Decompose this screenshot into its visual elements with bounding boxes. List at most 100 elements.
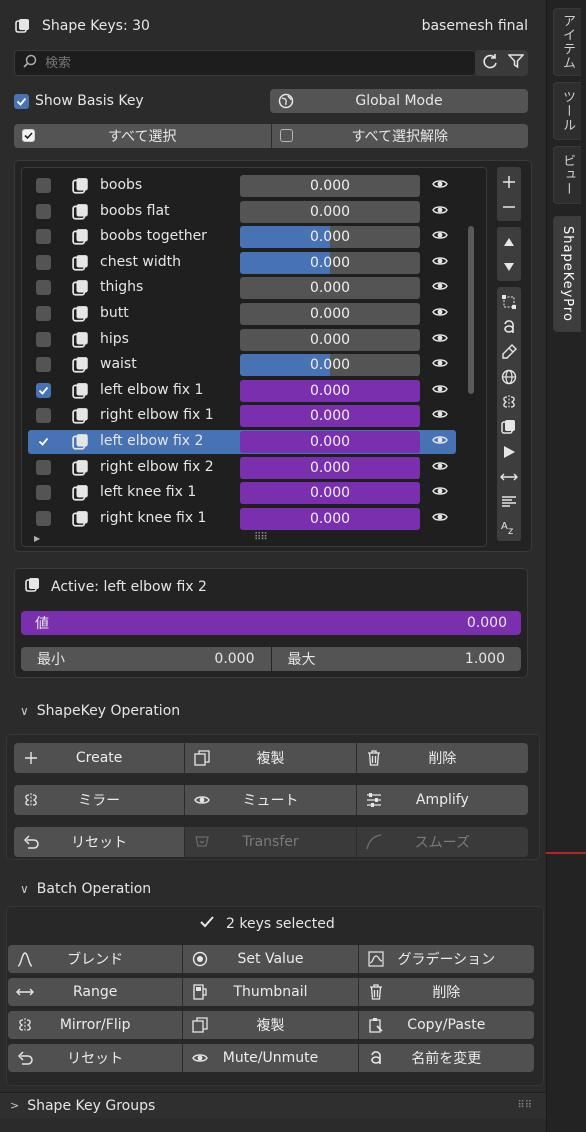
shape-key-checkbox[interactable]: [36, 459, 51, 475]
tab-tool[interactable]: ツール: [553, 82, 581, 140]
select-all-button[interactable]: すべて選択: [14, 124, 272, 148]
rename-button[interactable]: 名前を変更: [358, 1044, 534, 1072]
shape-key-checkbox[interactable]: [36, 254, 51, 270]
search-field[interactable]: [14, 50, 476, 76]
shape-key-name[interactable]: butt: [100, 305, 129, 321]
shape-key-row[interactable]: right elbow fix 2 0.000: [28, 456, 456, 480]
eye-icon[interactable]: [432, 332, 448, 348]
resize-grip-icon[interactable]: ⠿⠿: [254, 532, 268, 543]
shape-key-name[interactable]: left elbow fix 1: [100, 382, 203, 398]
add-key-button[interactable]: [497, 169, 521, 194]
shape-key-value-slider[interactable]: 0.000: [240, 200, 420, 223]
shape-key-icon[interactable]: [497, 414, 521, 439]
shape-key-value-slider[interactable]: 0.000: [240, 379, 420, 402]
shape-key-value-slider[interactable]: 0.000: [240, 456, 420, 479]
rename-icon[interactable]: [497, 314, 521, 339]
range-arrows-button[interactable]: Range: [8, 978, 184, 1006]
shape-key-row[interactable]: boobs flat 0.000: [28, 200, 456, 224]
filter-icon[interactable]: [506, 53, 525, 73]
plus-button[interactable]: Create: [14, 743, 186, 773]
shape-key-checkbox[interactable]: [36, 229, 51, 245]
shape-key-checkbox[interactable]: [36, 485, 51, 501]
shape-key-checkbox[interactable]: [36, 178, 51, 193]
eye-icon[interactable]: [432, 280, 448, 296]
shape-key-row[interactable]: right elbow fix 1 0.000: [28, 404, 456, 428]
shape-key-value-slider[interactable]: 0.000: [240, 405, 420, 428]
shape-key-name[interactable]: thighs: [100, 279, 143, 295]
shape-key-name[interactable]: right elbow fix 2: [100, 459, 214, 475]
shape-key-name[interactable]: left knee fix 1: [100, 484, 196, 500]
shape-key-value-slider[interactable]: 0.000: [240, 226, 420, 249]
shape-key-value-slider[interactable]: 0.000: [240, 354, 420, 377]
shape-key-row[interactable]: left elbow fix 2 0.000: [28, 430, 456, 454]
target-button[interactable]: Set Value: [183, 945, 359, 973]
expand-filter-icon[interactable]: ▶: [34, 534, 40, 543]
eye-icon[interactable]: [432, 204, 448, 220]
shape-key-checkbox[interactable]: [36, 434, 51, 449]
shape-key-checkbox[interactable]: [36, 357, 51, 373]
eye-icon[interactable]: [432, 511, 448, 527]
undo-button[interactable]: リセット: [8, 1044, 184, 1072]
shape-key-row[interactable]: chest width 0.000: [28, 251, 456, 275]
batch-operation-header[interactable]: ∨ Batch Operation: [20, 877, 151, 901]
shape-key-row[interactable]: right knee fix 1 0.000: [28, 507, 456, 531]
search-input[interactable]: [45, 55, 445, 71]
play-icon[interactable]: [497, 439, 521, 464]
eye-icon[interactable]: [432, 255, 448, 271]
eye-icon[interactable]: [432, 485, 448, 501]
eye-button[interactable]: Mute/Unmute: [183, 1044, 359, 1072]
shape-key-name[interactable]: boobs: [100, 177, 142, 193]
refresh-icon[interactable]: [481, 52, 499, 74]
shape-key-row[interactable]: left knee fix 1 0.000: [28, 481, 456, 505]
shape-key-name[interactable]: hips: [100, 331, 129, 347]
clipboard-button[interactable]: Copy/Paste: [358, 1011, 534, 1039]
shape-key-row[interactable]: boobs together 0.000: [28, 225, 456, 249]
eye-icon[interactable]: [432, 357, 448, 373]
shape-key-checkbox[interactable]: [36, 280, 51, 296]
shapekey-operation-header[interactable]: ∨ ShapeKey Operation: [20, 699, 180, 723]
shape-key-groups-header[interactable]: > Shape Key Groups ⠿⠿: [0, 1092, 546, 1118]
deselect-all-button[interactable]: すべて選択解除: [271, 124, 528, 148]
eye-icon[interactable]: [432, 408, 448, 424]
shape-key-value-slider[interactable]: 0.000: [240, 175, 420, 197]
remove-key-button[interactable]: [497, 194, 521, 219]
shape-key-name[interactable]: chest width: [100, 254, 181, 270]
shape-key-checkbox[interactable]: [36, 306, 51, 321]
shape-key-value-slider[interactable]: 0.000: [240, 482, 420, 505]
shape-key-value-slider[interactable]: 0.000: [240, 507, 420, 530]
shape-key-checkbox[interactable]: [36, 408, 51, 424]
shape-key-name[interactable]: left elbow fix 2: [100, 433, 203, 449]
shape-key-name[interactable]: boobs together: [100, 228, 207, 244]
shape-key-value-slider[interactable]: 0.000: [240, 303, 420, 325]
shape-key-row[interactable]: left elbow fix 1 0.000: [28, 379, 456, 403]
mirror-button[interactable]: Mirror/Flip: [8, 1011, 184, 1039]
duplicate-button[interactable]: 複製: [185, 743, 357, 773]
shape-key-row[interactable]: butt 0.000: [28, 302, 456, 326]
thumbnail-button[interactable]: Thumbnail: [183, 978, 359, 1006]
mirror-button[interactable]: ミラー: [14, 785, 186, 815]
align-lines-icon[interactable]: [497, 489, 521, 514]
show-basis-checkbox[interactable]: [14, 93, 29, 109]
shape-key-checkbox[interactable]: [36, 203, 51, 219]
eye-icon[interactable]: [432, 383, 448, 399]
mirror-icon[interactable]: [497, 389, 521, 414]
shape-key-row[interactable]: boobs 0.000: [28, 174, 456, 198]
shape-key-row[interactable]: thighs 0.000: [28, 276, 456, 300]
active-value-slider[interactable]: 値 0.000: [21, 611, 521, 635]
shape-key-checkbox[interactable]: [36, 510, 51, 526]
duplicate-button[interactable]: 複製: [183, 1011, 359, 1039]
globe-icon[interactable]: [497, 364, 521, 389]
undo-button[interactable]: リセット: [14, 827, 186, 857]
trash-button[interactable]: 削除: [356, 743, 528, 773]
shape-key-value-slider[interactable]: 0.000: [240, 328, 420, 351]
shape-key-value-slider[interactable]: 0.000: [240, 277, 420, 300]
shape-key-name[interactable]: waist: [100, 356, 137, 372]
eye-icon[interactable]: [432, 460, 448, 476]
sliders-button[interactable]: Amplify: [356, 785, 528, 815]
shape-key-value-slider[interactable]: 0.000: [240, 431, 420, 453]
shape-key-row[interactable]: waist 0.000: [28, 353, 456, 377]
tab-shapekeypro[interactable]: ShapeKeyPro: [553, 216, 581, 332]
list-scrollbar[interactable]: [468, 226, 474, 394]
sort-az-icon[interactable]: Az: [497, 514, 521, 539]
min-field[interactable]: 最小 0.000: [21, 647, 272, 671]
